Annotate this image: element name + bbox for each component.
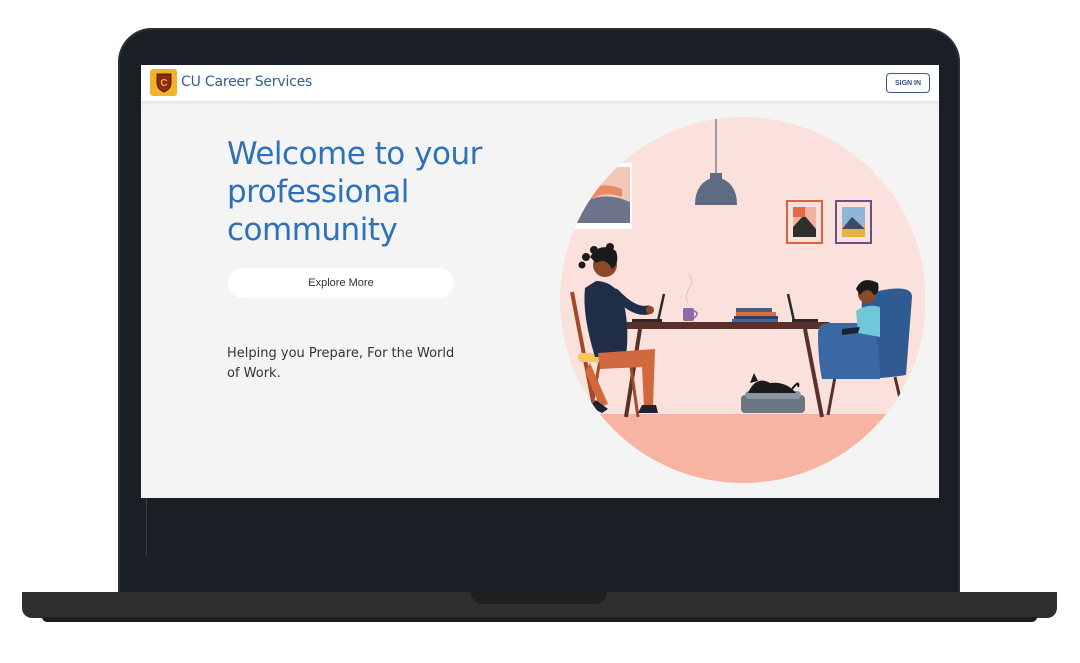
cu-logo-icon[interactable]: C xyxy=(150,69,177,96)
book-stack-icon xyxy=(732,308,778,322)
brand-name[interactable]: CU Career Services xyxy=(181,74,312,90)
headline-line-2: professional community xyxy=(227,174,409,248)
laptop-notch xyxy=(471,592,607,604)
sign-in-button[interactable]: SIGN IN xyxy=(886,73,930,93)
bezel-edge xyxy=(146,498,147,556)
home-office-illustration xyxy=(560,117,925,483)
svg-text:C: C xyxy=(160,78,167,89)
page-headline: Welcome to your professional community xyxy=(227,135,587,249)
top-navigation-bar: C CU Career Services SIGN IN xyxy=(141,65,939,102)
headline-line-1: Welcome to your xyxy=(227,136,482,172)
wall-art-left xyxy=(570,163,632,229)
tagline-text: Helping you Prepare, For the World of Wo… xyxy=(227,346,455,381)
explore-more-button[interactable]: Explore More xyxy=(228,268,454,298)
laptop-base-shadow xyxy=(42,617,1037,622)
browser-viewport: C CU Career Services SIGN IN Welcome to … xyxy=(141,65,939,498)
